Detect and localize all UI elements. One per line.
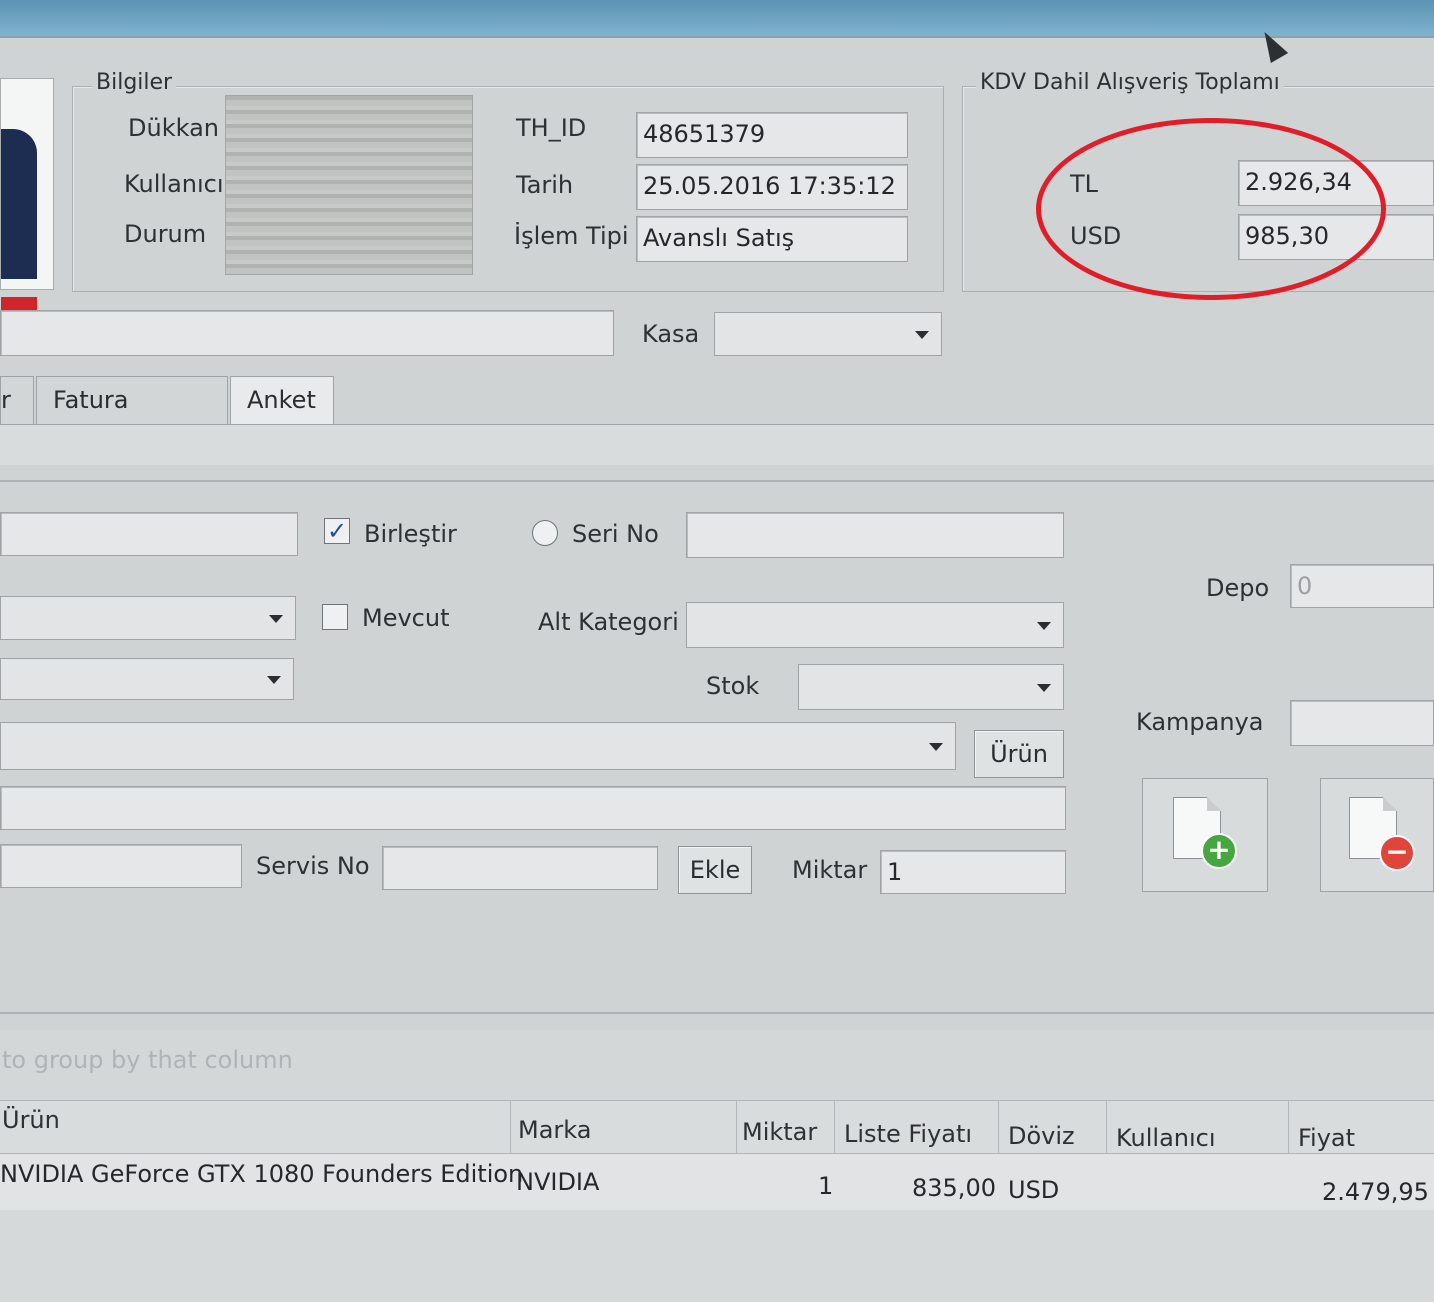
- column-header-brand[interactable]: Marka: [518, 1116, 591, 1144]
- cell-quantity: 1: [818, 1172, 834, 1200]
- search-field[interactable]: [0, 512, 298, 556]
- date-field[interactable]: 25.05.2016 17:35:12: [636, 164, 908, 210]
- column-header-user[interactable]: Kullanıcı: [1116, 1124, 1216, 1152]
- transaction-type-field[interactable]: Avanslı Satış: [636, 216, 908, 262]
- highlight-ellipse: [1036, 118, 1386, 300]
- th-id-label: TH_ID: [516, 114, 587, 142]
- product-button[interactable]: Ürün: [974, 730, 1064, 778]
- tab-previous[interactable]: r: [0, 376, 34, 424]
- description-field[interactable]: [0, 310, 614, 356]
- grid-header: [0, 1100, 1434, 1154]
- barcode-field[interactable]: [0, 844, 242, 888]
- cell-list-price: 835,00: [912, 1174, 996, 1202]
- document-add-icon: +: [1201, 833, 1237, 869]
- available-checkbox[interactable]: [322, 604, 348, 630]
- serial-radio[interactable]: [532, 520, 558, 546]
- tab-invoice-info[interactable]: Fatura Bilgileri: [36, 376, 228, 460]
- document-remove-icon: −: [1379, 835, 1415, 871]
- shop-label: Dükkan: [128, 114, 219, 142]
- grid-divider: [0, 1012, 1434, 1014]
- group-hint: to group by that column: [2, 1046, 293, 1074]
- user-label: Kullanıcı: [124, 170, 224, 198]
- remove-item-button[interactable]: −: [1320, 778, 1434, 892]
- merge-checkbox[interactable]: ✓: [324, 518, 350, 544]
- quantity-label: Miktar: [792, 856, 868, 884]
- chevron-down-icon: [929, 743, 943, 751]
- grid-empty-area: [0, 1210, 1434, 1302]
- subcategory-dropdown[interactable]: [686, 602, 1064, 648]
- status-label: Durum: [124, 220, 207, 248]
- kasa-dropdown[interactable]: [714, 312, 942, 356]
- product-dropdown[interactable]: [0, 722, 956, 770]
- stock-dropdown[interactable]: [798, 664, 1064, 710]
- column-header-currency[interactable]: Döviz: [1008, 1122, 1075, 1150]
- column-header-quantity[interactable]: Miktar: [742, 1118, 817, 1146]
- date-label: Tarih: [516, 171, 574, 199]
- chevron-down-icon: [269, 615, 283, 623]
- transaction-type-label: İşlem Tipi: [514, 222, 629, 250]
- subcategory-label: Alt Kategori: [538, 608, 679, 636]
- chevron-down-icon: [267, 676, 281, 684]
- info-group-title: Bilgiler: [92, 70, 177, 95]
- warehouse-label: Depo: [1206, 574, 1270, 602]
- divider: [0, 480, 1434, 482]
- chevron-down-icon: [1037, 622, 1051, 630]
- stock-label: Stok: [706, 672, 760, 700]
- service-no-label: Servis No: [256, 852, 370, 880]
- totals-group-title: KDV Dahil Alışveriş Toplamı: [976, 70, 1284, 95]
- campaign-field[interactable]: [1290, 700, 1434, 746]
- chevron-down-icon: [915, 331, 929, 339]
- brand-dropdown[interactable]: [0, 658, 294, 700]
- chevron-down-icon: [1037, 684, 1051, 692]
- serial-field[interactable]: [686, 512, 1064, 558]
- cell-brand: NVIDIA: [516, 1168, 600, 1196]
- window-titlebar: [0, 0, 1434, 38]
- tab-panel-header: [0, 424, 1434, 465]
- column-header-list-price[interactable]: Liste Fiyatı: [844, 1120, 972, 1148]
- cell-currency: USD: [1008, 1176, 1060, 1204]
- company-logo: [0, 78, 54, 317]
- tab-survey[interactable]: Anket: [230, 376, 334, 424]
- category-dropdown[interactable]: [0, 596, 296, 640]
- available-label: Mevcut: [362, 604, 450, 632]
- quantity-field[interactable]: 1: [880, 850, 1066, 894]
- column-header-product[interactable]: Ürün: [2, 1106, 60, 1134]
- note-field[interactable]: [0, 786, 1066, 830]
- add-button[interactable]: Ekle: [678, 846, 752, 894]
- th-id-field[interactable]: 48651379: [636, 112, 908, 158]
- cell-price: 2.479,95: [1322, 1178, 1429, 1206]
- service-no-field[interactable]: [382, 846, 658, 890]
- cell-product: NVIDIA GeForce GTX 1080 Founders Edition: [0, 1160, 524, 1188]
- checkmark-icon: ✓: [326, 517, 348, 545]
- serial-label: Seri No: [572, 520, 659, 548]
- column-header-price[interactable]: Fiyat: [1298, 1124, 1355, 1152]
- campaign-label: Kampanya: [1136, 708, 1264, 736]
- warehouse-field[interactable]: 0: [1290, 564, 1434, 608]
- redacted-info-area: [225, 95, 473, 275]
- add-item-button[interactable]: +: [1142, 778, 1268, 892]
- merge-label: Birleştir: [364, 520, 457, 548]
- kasa-label: Kasa: [642, 320, 700, 348]
